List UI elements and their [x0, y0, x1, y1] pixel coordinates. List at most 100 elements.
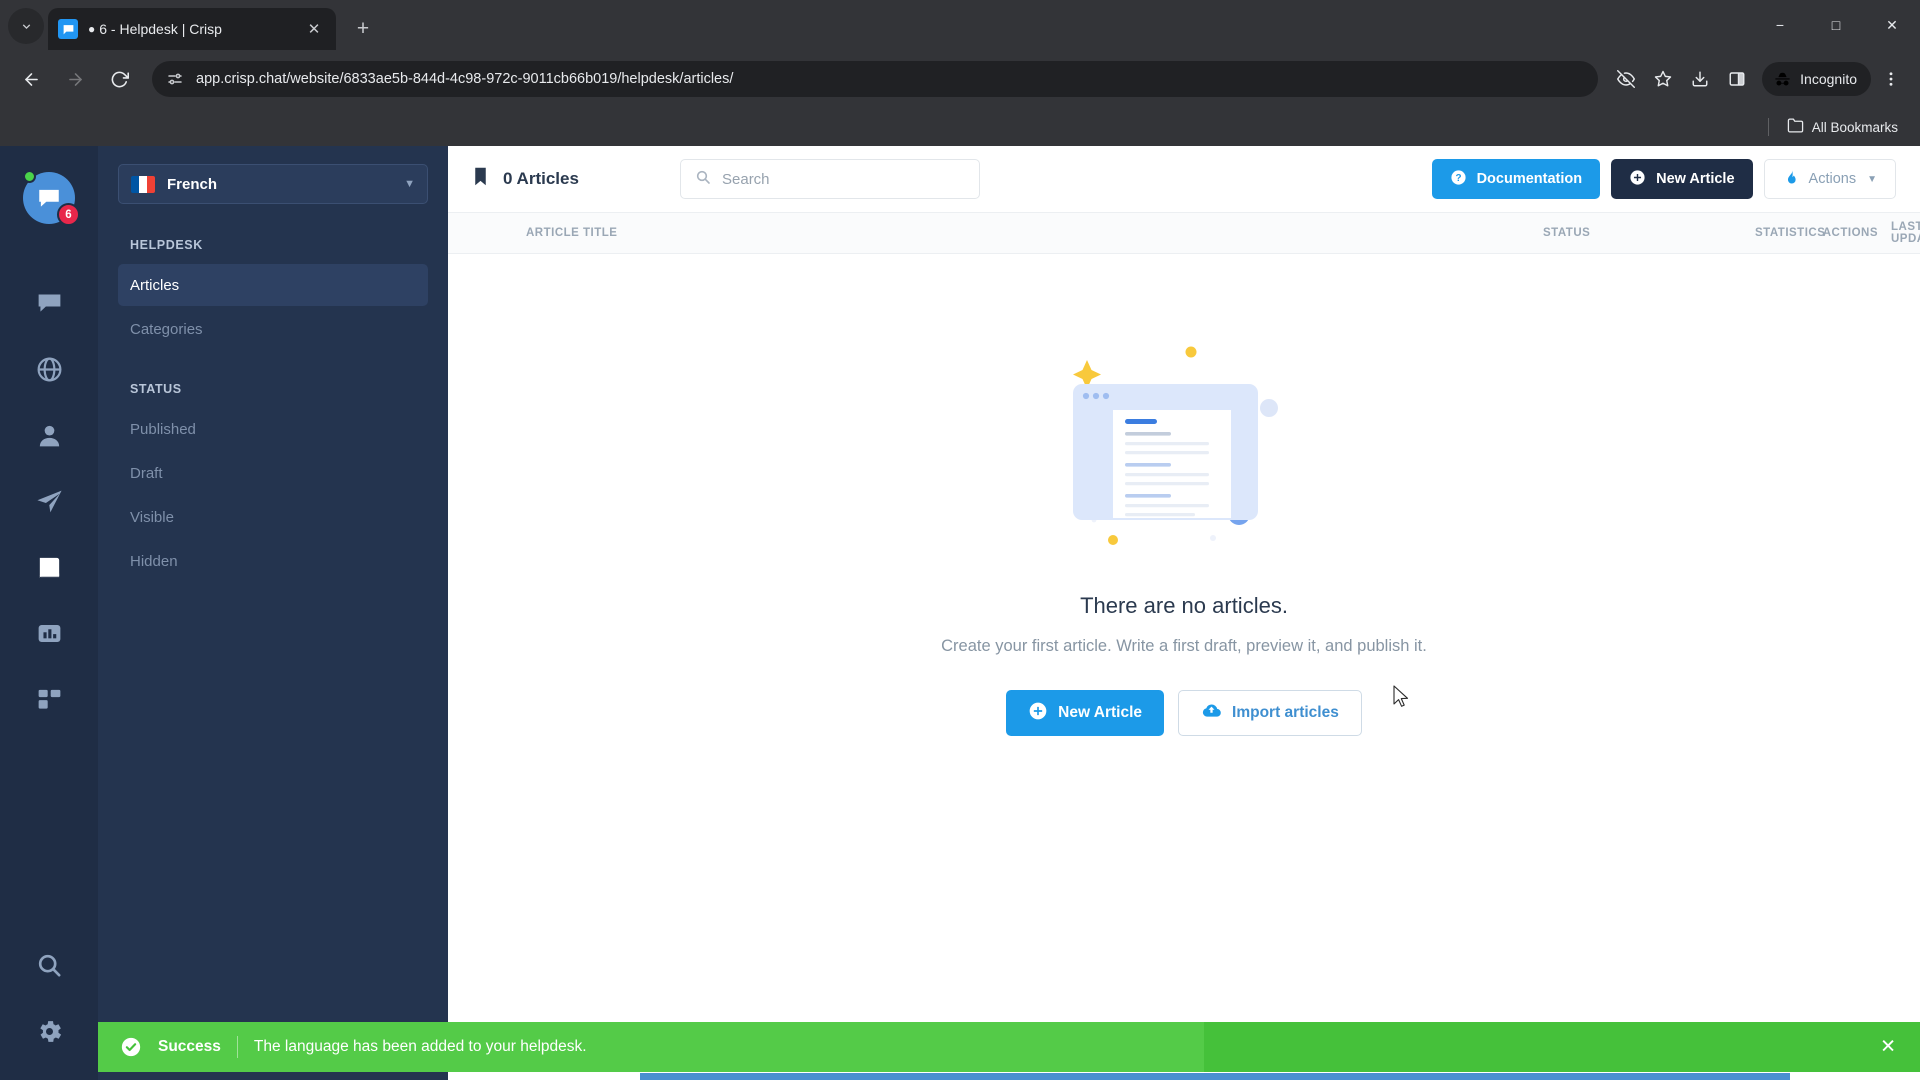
tab-unread-glyph: ●	[88, 22, 96, 36]
sidebar-item-visible[interactable]: Visible	[118, 496, 428, 538]
browser-toolbar: app.crisp.chat/website/6833ae5b-844d-4c9…	[0, 50, 1920, 108]
bookmark-icon	[470, 166, 491, 192]
rail-bottom-group	[0, 932, 98, 1064]
new-article-cta-label: New Article	[1058, 704, 1143, 721]
close-icon[interactable]: ✕	[1880, 1036, 1896, 1059]
sidebar-item-contacts[interactable]	[0, 402, 98, 468]
all-bookmarks-button[interactable]: All Bookmarks	[1779, 113, 1906, 141]
search-icon	[695, 169, 711, 190]
folder-icon	[1787, 117, 1804, 137]
browser-tab[interactable]: ● 6 - Helpdesk | Crisp ✕	[48, 8, 336, 50]
import-articles-button[interactable]: Import articles	[1178, 690, 1362, 736]
window-close-button[interactable]: ✕	[1864, 0, 1920, 50]
close-icon[interactable]: ✕	[302, 17, 326, 41]
article-count: 0 Articles	[470, 166, 680, 192]
mouse-cursor	[1393, 685, 1409, 707]
url-text: app.crisp.chat/website/6833ae5b-844d-4c9…	[196, 71, 734, 87]
main-content: 0 Articles ? Documentation	[448, 146, 1920, 1080]
sidebar-item-hidden[interactable]: Hidden	[118, 540, 428, 582]
toast-status-word: Success	[158, 1038, 221, 1055]
new-article-button[interactable]: New Article	[1006, 690, 1165, 736]
new-article-button-header[interactable]: New Article	[1611, 159, 1753, 199]
bottom-progress-bar	[640, 1073, 1790, 1080]
documentation-label: Documentation	[1476, 171, 1583, 187]
helpdesk-sidebar: French ▼ HELPDESK Articles Categories ST…	[98, 146, 448, 1080]
section-title-helpdesk: HELPDESK	[130, 238, 203, 252]
column-header-status: STATUS	[1543, 227, 1591, 239]
crisp-chat-icon	[58, 19, 78, 39]
toast-message: The language has been added to your help…	[253, 1038, 587, 1055]
eye-off-icon[interactable]	[1609, 62, 1643, 96]
side-panel-icon[interactable]	[1720, 62, 1754, 96]
sidebar-item-website[interactable]	[0, 336, 98, 402]
toast-divider	[236, 1036, 238, 1058]
icon-rail: 6	[0, 146, 98, 1080]
download-icon[interactable]	[1683, 62, 1717, 96]
avatar[interactable]: 6	[21, 170, 80, 226]
online-status-dot	[23, 170, 36, 183]
minimize-button[interactable]: −	[1752, 0, 1808, 50]
search-field[interactable]	[722, 170, 965, 188]
sidebar-item-draft[interactable]: Draft	[118, 452, 428, 494]
empty-articles-illustration	[1069, 332, 1299, 567]
empty-state-buttons: New Article Import articles	[1006, 690, 1362, 736]
import-articles-label: Import articles	[1232, 704, 1339, 721]
check-circle-icon	[120, 1036, 142, 1058]
language-selector[interactable]: French ▼	[118, 164, 428, 204]
column-header-last-update: LAST UPDATE	[1891, 221, 1920, 245]
chevron-down-icon: ▼	[404, 178, 415, 190]
column-header-article-title: ARTICLE TITLE	[526, 227, 618, 239]
all-bookmarks-label: All Bookmarks	[1811, 119, 1898, 135]
browser-window: ● 6 - Helpdesk | Crisp ✕ + − □ ✕ app.cri…	[0, 0, 1920, 1080]
maximize-button[interactable]: □	[1808, 0, 1864, 50]
sidebar-item-campaigns[interactable]	[0, 468, 98, 534]
new-tab-button[interactable]: +	[346, 12, 380, 46]
back-arrow-icon[interactable]	[12, 60, 50, 98]
forward-arrow-icon[interactable]	[56, 60, 94, 98]
magnifier-icon[interactable]	[0, 932, 98, 998]
header-action-buttons: ? Documentation New Article Actions ▼	[1431, 159, 1896, 199]
sidebar-item-categories[interactable]: Categories	[118, 308, 428, 350]
sidebar-item-analytics[interactable]	[0, 600, 98, 666]
svg-text:?: ?	[1455, 173, 1461, 184]
three-dot-menu-icon[interactable]	[1874, 62, 1908, 96]
sidebar-item-inbox[interactable]	[0, 270, 98, 336]
new-article-label: New Article	[1656, 171, 1735, 187]
documentation-button[interactable]: ? Documentation	[1431, 159, 1601, 199]
chevron-down-icon: ▼	[1867, 173, 1877, 185]
window-controls: − □ ✕	[1752, 0, 1920, 50]
empty-state-title: There are no articles.	[1080, 593, 1288, 618]
search-input[interactable]	[680, 159, 980, 199]
actions-label: Actions	[1808, 171, 1857, 187]
tab-search-chevron-down-icon[interactable]	[8, 8, 44, 44]
article-count-label: 0 Articles	[503, 169, 579, 188]
incognito-indicator[interactable]: Incognito	[1762, 62, 1871, 96]
actions-button[interactable]: Actions ▼	[1763, 159, 1896, 199]
bookmark-star-icon[interactable]	[1646, 62, 1680, 96]
tab-title: ● 6 - Helpdesk | Crisp	[88, 21, 302, 37]
reload-icon[interactable]	[100, 60, 138, 98]
plus-circle-icon	[1028, 701, 1048, 726]
flame-icon	[1783, 169, 1800, 190]
empty-state: There are no articles. Create your first…	[448, 254, 1920, 1080]
sidebar-item-articles[interactable]: Articles	[118, 264, 428, 306]
content-header: 0 Articles ? Documentation	[448, 146, 1920, 212]
column-header-statistics: STATISTICS	[1755, 227, 1826, 239]
sidebar-item-published[interactable]: Published	[118, 408, 428, 450]
plus-circle-icon	[1629, 169, 1646, 190]
tab-strip: ● 6 - Helpdesk | Crisp ✕ + − □ ✕	[0, 0, 1920, 50]
unread-badge: 6	[57, 203, 80, 226]
incognito-label: Incognito	[1800, 71, 1857, 87]
language-label: French	[167, 175, 218, 193]
success-toast: Success The language has been added to y…	[98, 1022, 1920, 1072]
tab-title-text: 6 - Helpdesk | Crisp	[99, 21, 222, 37]
address-bar[interactable]: app.crisp.chat/website/6833ae5b-844d-4c9…	[152, 61, 1599, 97]
bookmark-divider	[1767, 118, 1769, 136]
empty-state-subtitle: Create your first article. Write a first…	[941, 637, 1427, 655]
sidebar-item-helpdesk[interactable]	[0, 534, 98, 600]
site-settings-icon[interactable]	[166, 70, 184, 88]
sidebar-item-plugins[interactable]	[0, 666, 98, 732]
column-header-actions: ACTIONS	[1822, 227, 1878, 239]
gear-icon[interactable]	[0, 998, 98, 1064]
